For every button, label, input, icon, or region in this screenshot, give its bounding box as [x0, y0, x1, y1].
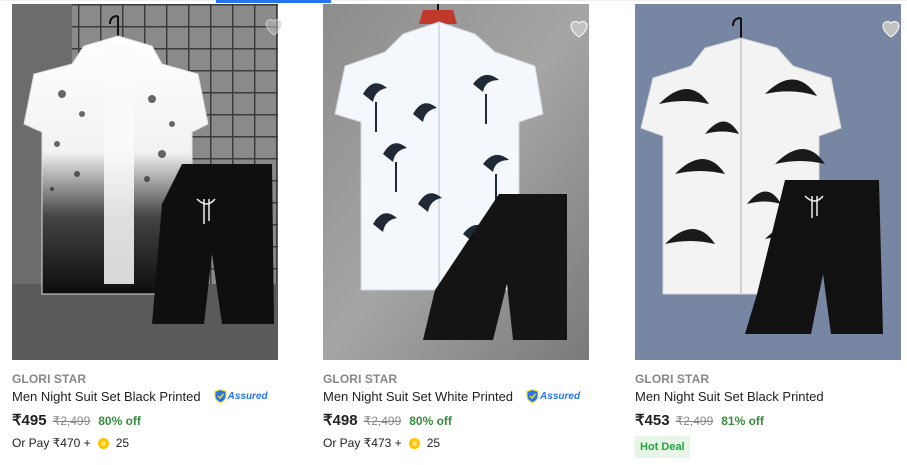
- product-title[interactable]: Men Night Suit Set Black Printed: [12, 389, 201, 404]
- supercoin-icon: [97, 437, 109, 449]
- selling-price: ₹498: [323, 412, 358, 429]
- title-row: Men Night Suit Set Black Printed: [635, 388, 824, 404]
- hot-deal-badge: Hot Deal: [635, 436, 690, 458]
- product-image[interactable]: [323, 4, 589, 360]
- coin-pay-text: Or Pay ₹470 +: [12, 436, 91, 450]
- product-title[interactable]: Men Night Suit Set White Printed: [323, 389, 513, 404]
- supercoin-icon: [408, 437, 420, 449]
- shield-icon: [526, 389, 539, 403]
- product-card[interactable]: GLORI STAR Men Night Suit Set White Prin…: [311, 0, 601, 465]
- coin-count: 25: [115, 436, 130, 450]
- assured-badge: Assured: [526, 389, 580, 404]
- product-image[interactable]: [635, 4, 901, 360]
- coin-count: 25: [426, 436, 441, 450]
- price-row: ₹453 ₹2,499 81% off: [635, 411, 764, 429]
- discount-percent: 80% off: [409, 414, 452, 428]
- assured-label: Assured: [540, 390, 581, 402]
- assured-badge: Assured: [214, 389, 268, 404]
- heart-icon[interactable]: [879, 16, 903, 40]
- product-title[interactable]: Men Night Suit Set Black Printed: [635, 389, 824, 404]
- discount-percent: 80% off: [98, 414, 141, 428]
- coin-pay-row: Or Pay ₹473 + 25: [323, 436, 440, 450]
- heart-icon[interactable]: [262, 14, 286, 38]
- price-row: ₹495 ₹2,499 80% off: [12, 411, 141, 429]
- product-card[interactable]: GLORI STAR Men Night Suit Set Black Prin…: [623, 0, 907, 465]
- selling-price: ₹453: [635, 412, 670, 429]
- original-price: ₹2,499: [363, 414, 402, 428]
- product-image[interactable]: [12, 4, 278, 360]
- coin-pay-row: Or Pay ₹470 + 25: [12, 436, 129, 450]
- product-card[interactable]: GLORI STAR Men Night Suit Set Black Prin…: [0, 0, 290, 465]
- assured-label: Assured: [227, 390, 268, 402]
- heart-icon[interactable]: [567, 16, 591, 40]
- discount-percent: 81% off: [721, 414, 764, 428]
- original-price: ₹2,499: [52, 414, 91, 428]
- product-brand: GLORI STAR: [323, 372, 398, 386]
- shield-icon: [214, 389, 227, 403]
- original-price: ₹2,499: [675, 414, 714, 428]
- product-brand: GLORI STAR: [12, 372, 87, 386]
- title-row: Men Night Suit Set Black Printed Assured: [12, 388, 268, 404]
- coin-pay-text: Or Pay ₹473 +: [323, 436, 402, 450]
- product-brand: GLORI STAR: [635, 372, 710, 386]
- title-row: Men Night Suit Set White Printed Assured: [323, 388, 580, 404]
- price-row: ₹498 ₹2,499 80% off: [323, 411, 452, 429]
- selling-price: ₹495: [12, 412, 47, 429]
